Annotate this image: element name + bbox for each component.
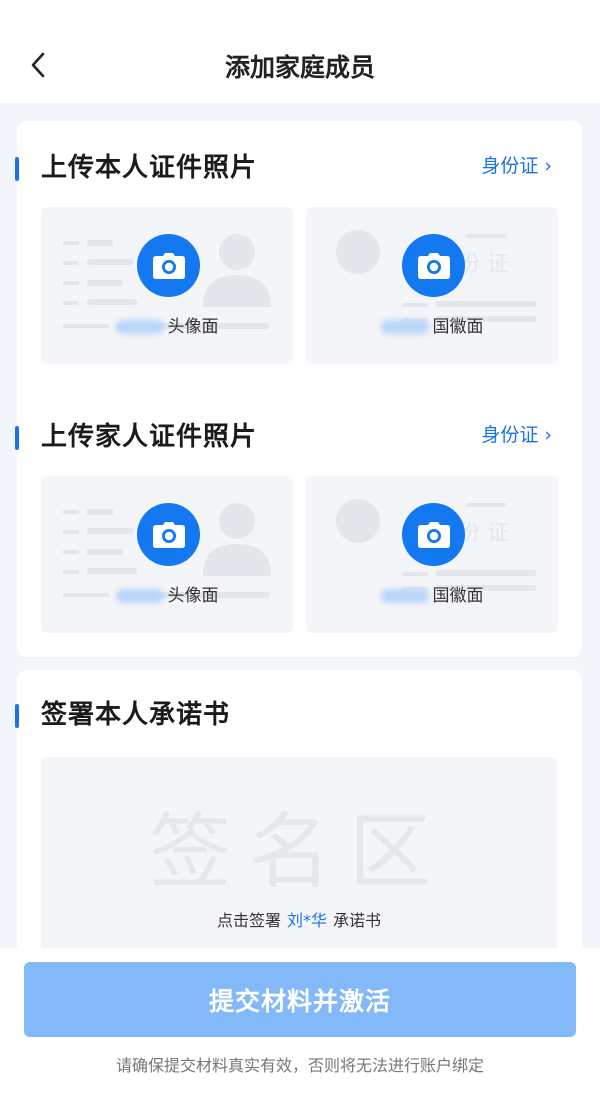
redacted-text (380, 589, 429, 603)
nav-bar: 添加家庭成员 (0, 0, 600, 103)
page-title: 添加家庭成员 (224, 53, 375, 82)
upload-self-back[interactable]: 份 证 国徽面 (306, 207, 558, 364)
redacted-text (115, 320, 164, 334)
signature-hint: 点击签署 刘*华 承诺书 (216, 911, 382, 930)
chevron-right-icon: › (544, 155, 552, 177)
camera-icon (137, 503, 200, 566)
camera-icon (137, 234, 200, 297)
camera-icon (402, 234, 465, 297)
id-back-deco-text: 份 证 (458, 252, 509, 277)
section-marker (15, 157, 19, 181)
section-title-self: 上传本人证件照片 (41, 153, 258, 183)
doc-type-selector-self[interactable]: 身份证 › (481, 151, 552, 178)
id-back-label: 国徽面 (306, 581, 558, 606)
signature-area[interactable]: 签名区 点击签署 刘*华 承诺书 (41, 757, 557, 972)
id-back-deco-text: 份 证 (458, 521, 509, 546)
id-front-label: 头像面 (41, 312, 293, 337)
chevron-right-icon: › (544, 424, 552, 446)
upload-card: 上传本人证件照片 身份证 › 头像面 份 证 国徽面 上传家人证件照片 身份证 … (15, 121, 582, 657)
id-back-label: 国徽面 (306, 312, 558, 337)
section-marker (15, 704, 19, 728)
doc-type-label: 身份证 (481, 424, 539, 446)
doc-type-selector-family[interactable]: 身份证 › (481, 420, 552, 447)
section-marker (15, 426, 19, 450)
camera-icon (402, 503, 465, 566)
signature-card: 签署本人承诺书 签名区 点击签署 刘*华 承诺书 (15, 670, 582, 972)
id-front-label: 头像面 (41, 581, 293, 606)
redacted-text (380, 320, 429, 334)
bottom-bar: 提交材料并激活 请确保提交材料真实有效，否则将无法进行账户绑定 (0, 948, 600, 1102)
upload-family-front[interactable]: 头像面 (41, 476, 293, 633)
submit-button[interactable]: 提交材料并激活 (24, 962, 576, 1037)
redacted-text (115, 589, 164, 603)
signer-name: 刘*华 (286, 911, 327, 930)
section-title-sign: 签署本人承诺书 (41, 700, 231, 730)
submit-note: 请确保提交材料真实有效，否则将无法进行账户绑定 (115, 1056, 484, 1075)
upload-self-front[interactable]: 头像面 (41, 207, 293, 364)
upload-family-back[interactable]: 份 证 国徽面 (306, 476, 558, 633)
section-title-family: 上传家人证件照片 (41, 422, 258, 452)
doc-type-label: 身份证 (481, 155, 539, 177)
signature-placeholder: 签名区 (148, 805, 449, 900)
